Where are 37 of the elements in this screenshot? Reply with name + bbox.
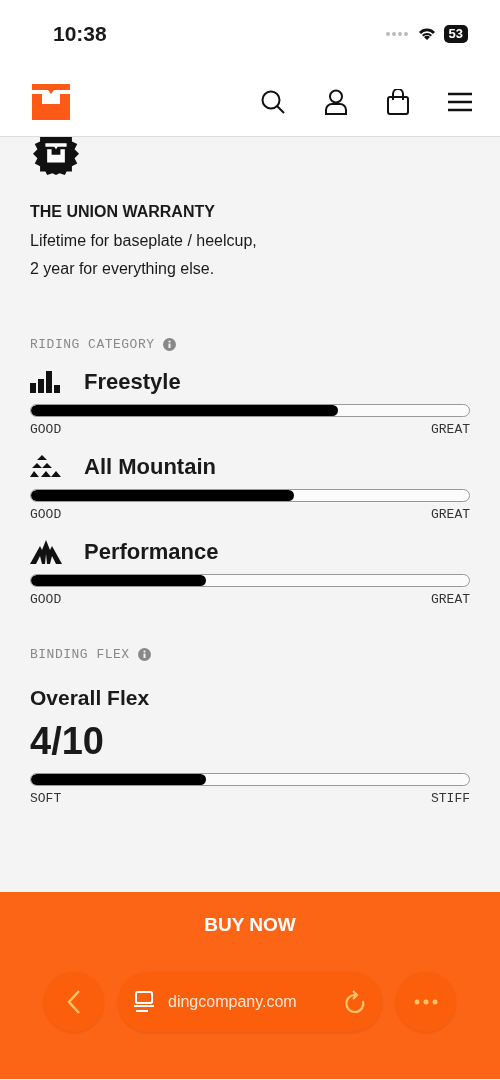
category-name: Freestyle: [84, 369, 181, 395]
scale-label: GOOD: [30, 592, 62, 607]
clock-time: 10:38: [53, 22, 107, 46]
scale-label: GOOD: [30, 507, 62, 522]
reload-icon[interactable]: [344, 990, 366, 1014]
category-name: All Mountain: [84, 454, 216, 480]
buy-now-button[interactable]: BUY NOW: [194, 910, 306, 940]
warranty-title: THE UNION WARRANTY: [30, 203, 216, 221]
address-bar[interactable]: dingcompany.com: [118, 972, 382, 1032]
url-text: dingcompany.com: [168, 993, 298, 1011]
section-label: BINDING FLEX: [30, 647, 130, 662]
scale-label: GREAT: [431, 592, 470, 607]
scale-label: SOFT: [30, 791, 62, 806]
bar-chart-icon: [30, 371, 62, 393]
more-dots-icon: [414, 999, 438, 1005]
section-label: RIDING CATEGORY: [30, 337, 155, 352]
category-name: Performance: [84, 539, 219, 565]
scale-label: GOOD: [30, 422, 62, 437]
logo-icon[interactable]: [32, 84, 70, 120]
flex-rating: 4/10: [30, 720, 105, 763]
flex-title: Overall Flex: [30, 686, 151, 710]
shopping-bag-icon[interactable]: [386, 89, 410, 115]
info-icon[interactable]: [162, 338, 176, 351]
info-icon[interactable]: [137, 648, 151, 661]
menu-icon[interactable]: [448, 92, 472, 112]
signal-icon: [385, 32, 410, 36]
triangles-icon: [30, 455, 62, 479]
search-icon[interactable]: [260, 89, 286, 115]
battery-level: 53: [443, 25, 468, 43]
scale-label: STIFF: [431, 791, 470, 806]
scale-label: GREAT: [431, 507, 470, 522]
warranty-text: Lifetime for baseplate / heelcup, 2 year for everything else.: [30, 231, 258, 279]
account-icon[interactable]: [324, 89, 348, 115]
wifi-icon: [417, 27, 436, 41]
mountain-peaks-icon: [30, 540, 62, 564]
chevron-left-icon: [67, 989, 81, 1015]
scale-label: GREAT: [431, 422, 470, 437]
